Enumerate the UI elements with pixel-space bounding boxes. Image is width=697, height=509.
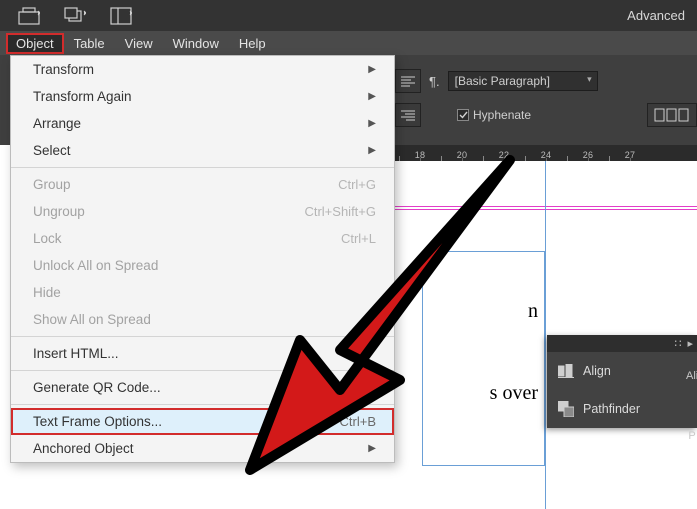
panel-label: Align [583, 364, 611, 378]
horizontal-ruler: 18 20 22 24 26 27 [395, 145, 697, 161]
menu-help[interactable]: Help [229, 33, 276, 54]
text-frame[interactable]: n s over [422, 251, 545, 466]
frame-text-line: n [528, 300, 538, 323]
menu-item-lock: LockCtrl+L [11, 225, 394, 252]
menu-item-arrange[interactable]: Arrange▶ [11, 110, 394, 137]
menu-window[interactable]: Window [163, 33, 229, 54]
submenu-arrow-icon: ▶ [368, 145, 376, 156]
pathfinder-icon [557, 400, 575, 418]
menu-item-hide: Hide [11, 279, 394, 306]
menu-item-group: GroupCtrl+G [11, 171, 394, 198]
workspace-label[interactable]: Advanced [627, 8, 689, 23]
panel-pathfinder[interactable]: Pathfinder [547, 390, 697, 428]
menu-item-ungroup: UngroupCtrl+Shift+G [11, 198, 394, 225]
panel-grip-icon[interactable]: ∷ [674, 337, 681, 350]
frame-text-line: s over [490, 382, 538, 405]
panel-stub-label: Ali [686, 370, 697, 382]
panel-align[interactable]: Align [547, 352, 697, 390]
menu-item-unlock-all: Unlock All on Spread [11, 252, 394, 279]
panel-stub-label: P [686, 430, 697, 442]
guide-horizontal [395, 209, 697, 210]
submenu-arrow-icon: ▶ [368, 91, 376, 102]
guide-horizontal [395, 206, 697, 207]
menu-view[interactable]: View [115, 33, 163, 54]
guide-vertical [545, 161, 546, 509]
hyphenate-checkbox[interactable] [457, 109, 469, 121]
hyphenate-label: Hyphenate [473, 108, 531, 122]
paragraph-style-select[interactable]: [Basic Paragraph] [448, 71, 598, 91]
pilcrow-icon: ¶. [429, 74, 440, 89]
menu-item-transform-again[interactable]: Transform Again▶ [11, 83, 394, 110]
panel-dock[interactable]: ∷ ▸ Align Pathfinder [547, 335, 697, 428]
menu-item-anchored-object[interactable]: Anchored Object▶ [11, 435, 394, 462]
span-columns-icon[interactable] [647, 103, 697, 127]
menu-item-insert-html[interactable]: Insert HTML... [11, 340, 394, 367]
submenu-arrow-icon: ▶ [368, 118, 376, 129]
menu-item-show-all: Show All on Spread [11, 306, 394, 333]
menu-item-transform[interactable]: Transform▶ [11, 56, 394, 83]
bridge-icon[interactable] [8, 4, 50, 28]
screen-mode-icon[interactable] [100, 4, 142, 28]
panel-label: Pathfinder [583, 402, 640, 416]
submenu-arrow-icon: ▶ [368, 64, 376, 75]
align-left-icon[interactable] [395, 69, 421, 93]
align-right-icon[interactable] [395, 103, 421, 127]
menu-item-generate-qr[interactable]: Generate QR Code... [11, 374, 394, 401]
menu-object[interactable]: Object [6, 33, 64, 54]
menu-table[interactable]: Table [64, 33, 115, 54]
object-menu-dropdown: Transform▶ Transform Again▶ Arrange▶ Sel… [10, 55, 395, 463]
menu-item-text-frame-options[interactable]: Text Frame Options...Ctrl+B [11, 408, 394, 435]
arrange-icon[interactable] [54, 4, 96, 28]
align-icon [557, 362, 575, 380]
submenu-arrow-icon: ▶ [368, 443, 376, 454]
panel-collapse-icon[interactable]: ▸ [687, 337, 693, 350]
menu-item-select[interactable]: Select▶ [11, 137, 394, 164]
